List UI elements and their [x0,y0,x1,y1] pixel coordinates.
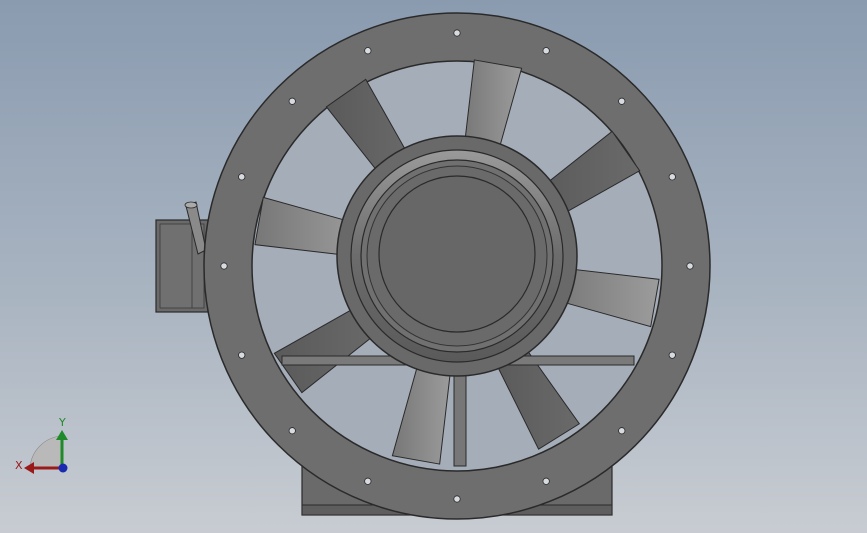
bolt-hole [618,97,626,105]
bolt-hole [542,47,550,55]
bolt-hole [618,427,626,435]
x-axis-arrow-head [24,462,34,474]
bolt-hole [364,47,372,55]
bolt-hole [686,262,694,270]
bolt-hole [542,477,550,485]
motor-hub [336,135,578,377]
x-axis-label: X [15,459,23,472]
bolt-hole [238,173,246,181]
triad-plane-indicator [29,435,63,469]
cad-viewport[interactable]: Y X [0,0,867,533]
coordinate-triad[interactable]: Y X [15,416,68,474]
bolt-hole [220,262,228,270]
bolt-hole [288,97,296,105]
bolt-hole [453,29,461,37]
z-axis-dot [58,463,68,473]
bolt-hole [288,427,296,435]
y-axis-label: Y [58,416,66,429]
bolt-hole [364,477,372,485]
bolt-hole [668,351,676,359]
bolt-hole [453,495,461,503]
y-axis-arrow-head [56,430,68,440]
bolt-hole [238,351,246,359]
bolt-hole [668,173,676,181]
